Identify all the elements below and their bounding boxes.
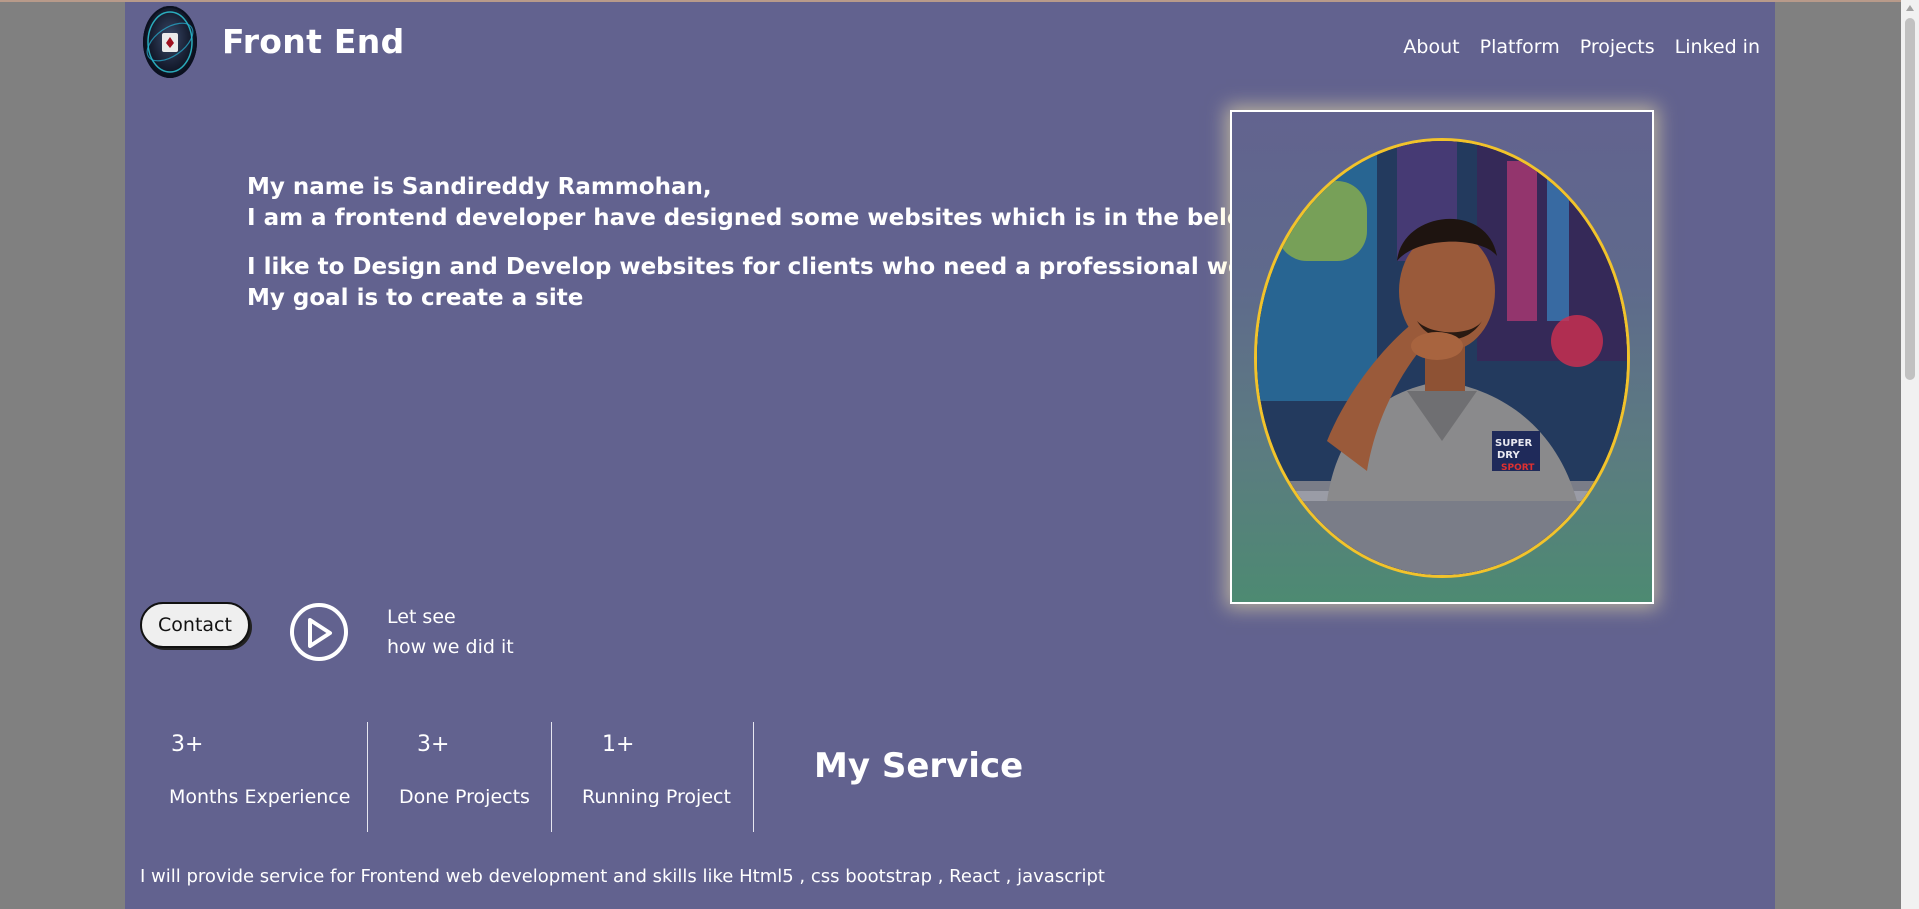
top-nav: About Platform Projects Linked in — [1403, 36, 1760, 58]
stat-value: 3+ — [171, 732, 204, 757]
intro-role-line: I am a frontend developer have designed … — [247, 205, 1272, 231]
stat-divider — [753, 722, 754, 832]
nav-projects-link[interactable]: Projects — [1580, 36, 1655, 58]
svg-text:SPORT: SPORT — [1501, 463, 1535, 473]
nav-linkedin-link[interactable]: Linked in — [1675, 36, 1760, 58]
intro-paragraph-1: My name is Sandireddy Rammohan, I am a f… — [247, 172, 1317, 234]
play-video-button[interactable] — [290, 603, 348, 661]
logo-icon[interactable] — [143, 6, 197, 78]
stat-label: Running Project — [582, 786, 731, 808]
video-caption-line-1: Let see — [387, 606, 456, 628]
svg-text:SUPER: SUPER — [1495, 438, 1532, 449]
stat-value: 1+ — [602, 732, 635, 757]
page-scrollbar[interactable] — [1901, 0, 1919, 909]
intro-like-line: I like to Design and Develop websites fo… — [247, 254, 1318, 280]
scroll-up-arrow-icon[interactable] — [1906, 5, 1914, 11]
profile-photo: SUPER DRY SPORT — [1254, 138, 1630, 578]
svg-text:DRY: DRY — [1497, 450, 1520, 461]
nav-platform-link[interactable]: Platform — [1480, 36, 1560, 58]
stat-experience: 3+ Months Experience — [141, 722, 351, 832]
intro-text: My name is Sandireddy Rammohan, I am a f… — [247, 172, 1317, 332]
service-description: I will provide service for Frontend web … — [140, 866, 1105, 887]
portfolio-page: Front End About Platform Projects Linked… — [125, 2, 1775, 909]
profile-photo-frame: SUPER DRY SPORT — [1230, 110, 1654, 604]
video-caption-line-2: how we did it — [387, 636, 514, 658]
contact-button[interactable]: Contact — [140, 602, 250, 648]
intro-paragraph-2: I like to Design and Develop websites fo… — [247, 252, 1317, 314]
nav-about-link[interactable]: About — [1403, 36, 1459, 58]
play-icon — [308, 618, 332, 648]
stat-divider — [367, 722, 368, 832]
stat-running-project: 1+ Running Project — [580, 722, 750, 832]
intro-name-line: My name is Sandireddy Rammohan, — [247, 174, 712, 200]
video-caption: Let see how we did it — [387, 602, 514, 662]
stat-label: Months Experience — [169, 786, 351, 808]
scrollbar-thumb[interactable] — [1905, 18, 1915, 380]
stat-divider — [551, 722, 552, 832]
service-heading: My Service — [814, 746, 1024, 786]
intro-goal-line: My goal is to create a site — [247, 285, 584, 311]
stat-label: Done Projects — [399, 786, 530, 808]
brand-title[interactable]: Front End — [222, 22, 405, 61]
stat-done-projects: 3+ Done Projects — [395, 722, 545, 832]
stat-value: 3+ — [417, 732, 450, 757]
